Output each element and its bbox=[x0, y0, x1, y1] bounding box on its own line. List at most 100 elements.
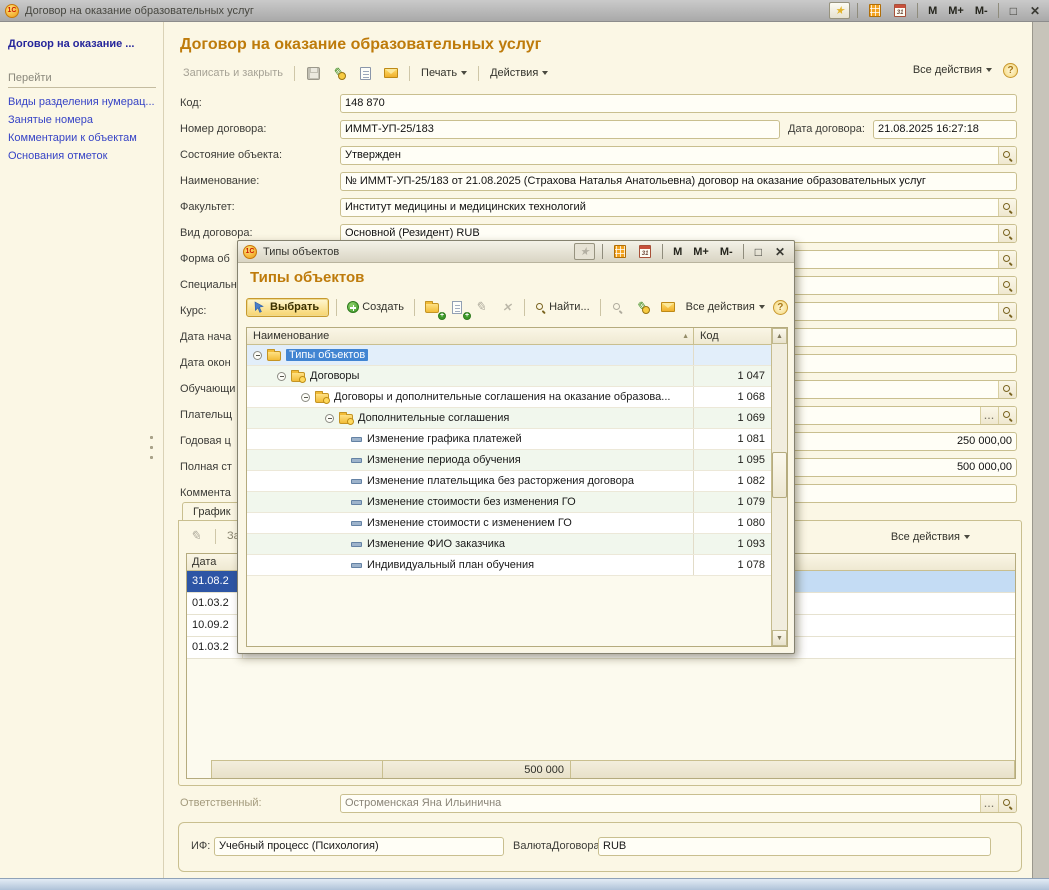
find-button[interactable]: Найти... bbox=[532, 299, 593, 315]
field-row-code: Код: 148 870 bbox=[180, 94, 1020, 113]
post-document-button[interactable] bbox=[633, 298, 653, 317]
responsible-input[interactable]: Остроменская Яна Ильинична... bbox=[340, 794, 1017, 813]
memory-m-plus-button[interactable]: М+ bbox=[945, 5, 967, 17]
scroll-down-icon[interactable]: ▼ bbox=[772, 630, 787, 646]
maximize-button[interactable]: □ bbox=[1006, 4, 1021, 18]
scrollbar-thumb[interactable] bbox=[772, 452, 787, 498]
if-input[interactable]: Учебный процесс (Психология) bbox=[214, 837, 504, 856]
tree-item-label: Договоры bbox=[310, 370, 359, 382]
all-actions-button[interactable]: Все действия bbox=[683, 299, 768, 315]
tree-row[interactable]: Договоры и дополнительные соглашения на … bbox=[247, 387, 771, 408]
memory-m-button[interactable]: М bbox=[670, 246, 685, 258]
create-button[interactable]: Создать bbox=[344, 299, 407, 315]
favorites-star-button[interactable] bbox=[829, 2, 850, 19]
contract-date-input[interactable]: 21.08.2025 16:27:18 bbox=[873, 120, 1017, 139]
sidebar-link-marks[interactable]: Основания отметок bbox=[8, 150, 154, 162]
clear-search-button[interactable] bbox=[608, 298, 628, 317]
actions-button[interactable]: Действия bbox=[487, 65, 551, 81]
all-actions-button[interactable]: Все действия bbox=[888, 529, 973, 545]
edit-row-button[interactable] bbox=[187, 527, 207, 546]
tree-row[interactable]: Договоры 1 047 bbox=[247, 366, 771, 387]
collapse-icon[interactable] bbox=[301, 393, 310, 402]
sidebar-link-numbers[interactable]: Занятые номера bbox=[8, 114, 154, 126]
lookup-button[interactable] bbox=[998, 381, 1016, 398]
send-button[interactable] bbox=[658, 298, 678, 317]
tree-row[interactable]: Изменение ФИО заказчика 1 093 bbox=[247, 534, 771, 555]
lookup-button[interactable] bbox=[998, 303, 1016, 320]
maximize-button[interactable]: □ bbox=[751, 245, 766, 259]
help-button[interactable] bbox=[773, 300, 788, 315]
select-button[interactable]: Выбрать bbox=[246, 298, 329, 317]
lookup-button[interactable] bbox=[998, 407, 1016, 424]
calculator-button[interactable] bbox=[610, 242, 630, 261]
send-button[interactable] bbox=[381, 64, 401, 83]
memory-m-button[interactable]: М bbox=[925, 5, 940, 17]
faculty-input[interactable]: Институт медицины и медицинских технолог… bbox=[340, 198, 1017, 217]
page-title: Договор на оказание образовательных услу… bbox=[180, 36, 541, 54]
tree-row[interactable]: Изменение плательщика без расторжения до… bbox=[247, 471, 771, 492]
delete-button[interactable] bbox=[497, 298, 517, 317]
new-folder-button[interactable] bbox=[422, 298, 442, 317]
scrollbar-track[interactable] bbox=[772, 344, 787, 630]
post-document-button[interactable] bbox=[329, 64, 349, 83]
calendar-button[interactable] bbox=[890, 1, 910, 20]
new-item-button[interactable] bbox=[447, 298, 467, 317]
tree-row[interactable]: Индивидуальный план обучения 1 078 bbox=[247, 555, 771, 576]
tree-row[interactable]: Изменение стоимости без изменения ГО 1 0… bbox=[247, 492, 771, 513]
memory-m-plus-button[interactable]: М+ bbox=[690, 246, 712, 258]
tree-row[interactable]: Изменение периода обучения 1 095 bbox=[247, 450, 771, 471]
memory-m-minus-button[interactable]: М- bbox=[717, 246, 736, 258]
splitter-handle[interactable] bbox=[150, 436, 153, 459]
lookup-button[interactable] bbox=[998, 147, 1016, 164]
search-icon bbox=[1002, 410, 1013, 421]
ellipsis-button[interactable]: ... bbox=[980, 795, 998, 812]
ellipsis-button[interactable]: ... bbox=[980, 407, 998, 424]
journal-button[interactable] bbox=[355, 64, 375, 83]
calculator-button[interactable] bbox=[865, 1, 885, 20]
close-button[interactable]: ✕ bbox=[771, 245, 789, 259]
sidebar-current-item[interactable]: Договор на оказание ... bbox=[8, 38, 154, 50]
column-header-name[interactable]: Наименование▲ bbox=[247, 328, 693, 344]
column-header-code[interactable]: Код bbox=[693, 328, 771, 344]
vertical-scrollbar[interactable]: ▲ ▼ bbox=[771, 328, 787, 646]
toolbar-separator bbox=[662, 244, 663, 259]
scroll-up-icon[interactable]: ▲ bbox=[772, 328, 787, 344]
code-input[interactable]: 148 870 bbox=[340, 94, 1017, 113]
lookup-button[interactable] bbox=[998, 795, 1016, 812]
save-button[interactable] bbox=[303, 64, 323, 83]
close-button[interactable]: ✕ bbox=[1026, 4, 1044, 18]
sidebar: Договор на оказание ... Перейти Виды раз… bbox=[0, 22, 162, 878]
edit-button[interactable] bbox=[472, 298, 492, 317]
tree-row[interactable]: Типы объектов bbox=[247, 345, 771, 366]
name-input[interactable]: № ИММТ-УП-25/183 от 21.08.2025 (Страхова… bbox=[340, 172, 1017, 191]
object-state-input[interactable]: Утвержден bbox=[340, 146, 1017, 165]
print-button[interactable]: Печать bbox=[418, 65, 470, 81]
lookup-button[interactable] bbox=[998, 251, 1016, 268]
tree-row[interactable]: Изменение стоимости с изменением ГО 1 08… bbox=[247, 513, 771, 534]
toolbar-separator bbox=[409, 66, 410, 81]
tree-row[interactable]: Изменение графика платежей 1 081 bbox=[247, 429, 771, 450]
tab-schedule[interactable]: График bbox=[182, 502, 242, 521]
all-actions-button[interactable]: Все действия bbox=[910, 62, 995, 78]
calendar-button[interactable] bbox=[635, 242, 655, 261]
save-close-button[interactable]: Записать и закрыть bbox=[180, 65, 286, 81]
collapse-icon[interactable] bbox=[325, 414, 334, 423]
field-row-name: Наименование: № ИММТ-УП-25/183 от 21.08.… bbox=[180, 172, 1020, 191]
lookup-button[interactable] bbox=[998, 277, 1016, 294]
contract-number-input[interactable]: ИММТ-УП-25/183 bbox=[340, 120, 780, 139]
lookup-button[interactable] bbox=[998, 225, 1016, 242]
sidebar-link-comments[interactable]: Комментарии к объектам bbox=[8, 132, 154, 144]
favorites-star-button[interactable] bbox=[574, 243, 595, 260]
dropdown-caret-icon bbox=[542, 71, 548, 75]
help-button[interactable] bbox=[1003, 63, 1018, 78]
tree-row[interactable]: Дополнительные соглашения 1 069 bbox=[247, 408, 771, 429]
lookup-button[interactable] bbox=[998, 199, 1016, 216]
field-value: Утвержден bbox=[341, 147, 998, 164]
collapse-icon[interactable] bbox=[253, 351, 262, 360]
collapse-icon[interactable] bbox=[277, 372, 286, 381]
actions-label: Действия bbox=[490, 67, 538, 79]
currency-input[interactable]: RUB bbox=[598, 837, 991, 856]
sidebar-link-numeration[interactable]: Виды разделения нумерац... bbox=[8, 96, 154, 108]
column-header-date[interactable]: Дата bbox=[187, 554, 243, 570]
memory-m-minus-button[interactable]: М- bbox=[972, 5, 991, 17]
